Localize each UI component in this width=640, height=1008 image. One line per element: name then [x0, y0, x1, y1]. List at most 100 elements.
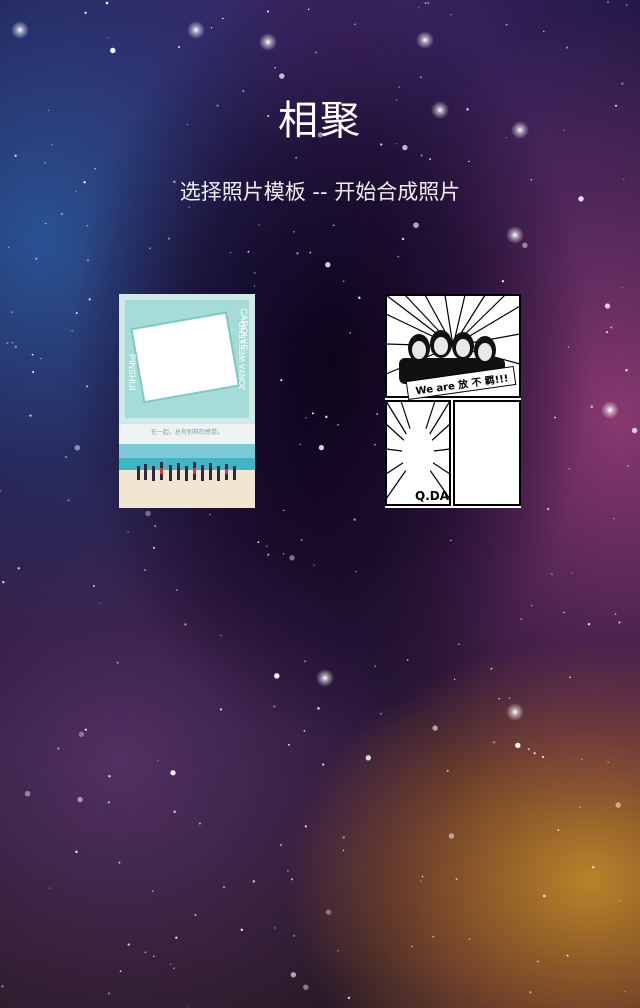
star	[77, 796, 83, 803]
star	[522, 242, 528, 249]
star	[397, 255, 400, 258]
star	[145, 510, 151, 517]
star	[354, 23, 356, 26]
star	[274, 673, 280, 679]
star	[587, 622, 591, 626]
star	[374, 444, 376, 446]
star	[151, 890, 154, 893]
star	[551, 573, 553, 575]
template-comic[interactable]: We are 放 不 羁!!! Q.DA	[385, 294, 521, 508]
star	[252, 880, 255, 883]
star	[546, 507, 550, 511]
star	[290, 972, 297, 978]
star	[149, 247, 152, 250]
star	[450, 539, 452, 542]
star	[119, 970, 122, 972]
star	[615, 802, 621, 808]
star	[48, 887, 51, 889]
star	[631, 427, 638, 434]
star	[274, 927, 276, 929]
star	[406, 659, 409, 661]
star	[305, 417, 307, 419]
starfield-background	[0, 1, 638, 1008]
star	[286, 869, 289, 872]
star	[536, 960, 539, 963]
bright-star	[506, 226, 524, 244]
star	[411, 945, 413, 948]
star	[429, 158, 432, 161]
star	[11, 311, 14, 314]
star	[14, 345, 17, 348]
star	[219, 708, 223, 711]
star	[7, 246, 10, 248]
star	[188, 206, 190, 208]
star	[92, 584, 95, 587]
star	[450, 14, 452, 16]
star	[240, 928, 243, 931]
star	[282, 553, 285, 555]
star	[293, 231, 295, 233]
star	[14, 154, 17, 157]
star	[342, 280, 345, 283]
star	[454, 678, 456, 680]
star	[605, 330, 609, 334]
star	[295, 156, 298, 159]
star	[448, 833, 455, 839]
star	[318, 444, 325, 451]
star	[118, 861, 121, 864]
beach-side-text-bottom: JONYA WEEKEND	[238, 321, 247, 390]
star	[279, 73, 285, 79]
star	[44, 162, 46, 164]
star	[432, 936, 434, 938]
bright-star	[416, 31, 434, 49]
star	[170, 963, 172, 965]
star	[505, 23, 508, 26]
star	[501, 280, 505, 283]
star	[258, 224, 261, 226]
star	[543, 30, 545, 33]
star	[446, 769, 449, 772]
star	[67, 499, 70, 502]
star	[313, 564, 315, 566]
star	[290, 878, 294, 881]
star	[274, 67, 276, 69]
star	[543, 894, 546, 898]
beach-vertical-text-left: PINSHUI	[127, 354, 137, 391]
star	[304, 825, 307, 828]
star	[358, 296, 361, 300]
bright-star	[506, 703, 524, 721]
star	[563, 611, 565, 614]
star	[144, 951, 147, 954]
star	[355, 571, 357, 573]
star	[568, 467, 571, 470]
star	[184, 623, 187, 626]
star	[317, 707, 320, 710]
star	[11, 341, 14, 344]
star	[618, 621, 621, 624]
star	[342, 849, 345, 852]
star	[105, 1, 109, 5]
star	[283, 509, 285, 512]
star	[325, 909, 332, 915]
star	[35, 257, 38, 260]
star	[569, 676, 571, 679]
star	[607, 761, 609, 763]
star	[1, 985, 4, 988]
star	[529, 991, 532, 994]
star	[288, 743, 290, 746]
star	[222, 886, 226, 889]
star	[98, 602, 101, 604]
star	[152, 546, 156, 550]
star	[84, 728, 87, 731]
star	[557, 829, 560, 832]
star	[300, 538, 303, 542]
star	[625, 4, 628, 6]
star	[342, 836, 345, 839]
star	[127, 531, 129, 533]
template-beach[interactable]: PINSHUI CAROLYE JONYA WEEKEND 在一起，总有别样的感…	[119, 294, 255, 508]
star	[57, 747, 60, 750]
star	[347, 996, 351, 1000]
bright-star	[259, 33, 277, 51]
star	[86, 259, 90, 262]
star	[607, 1, 609, 3]
